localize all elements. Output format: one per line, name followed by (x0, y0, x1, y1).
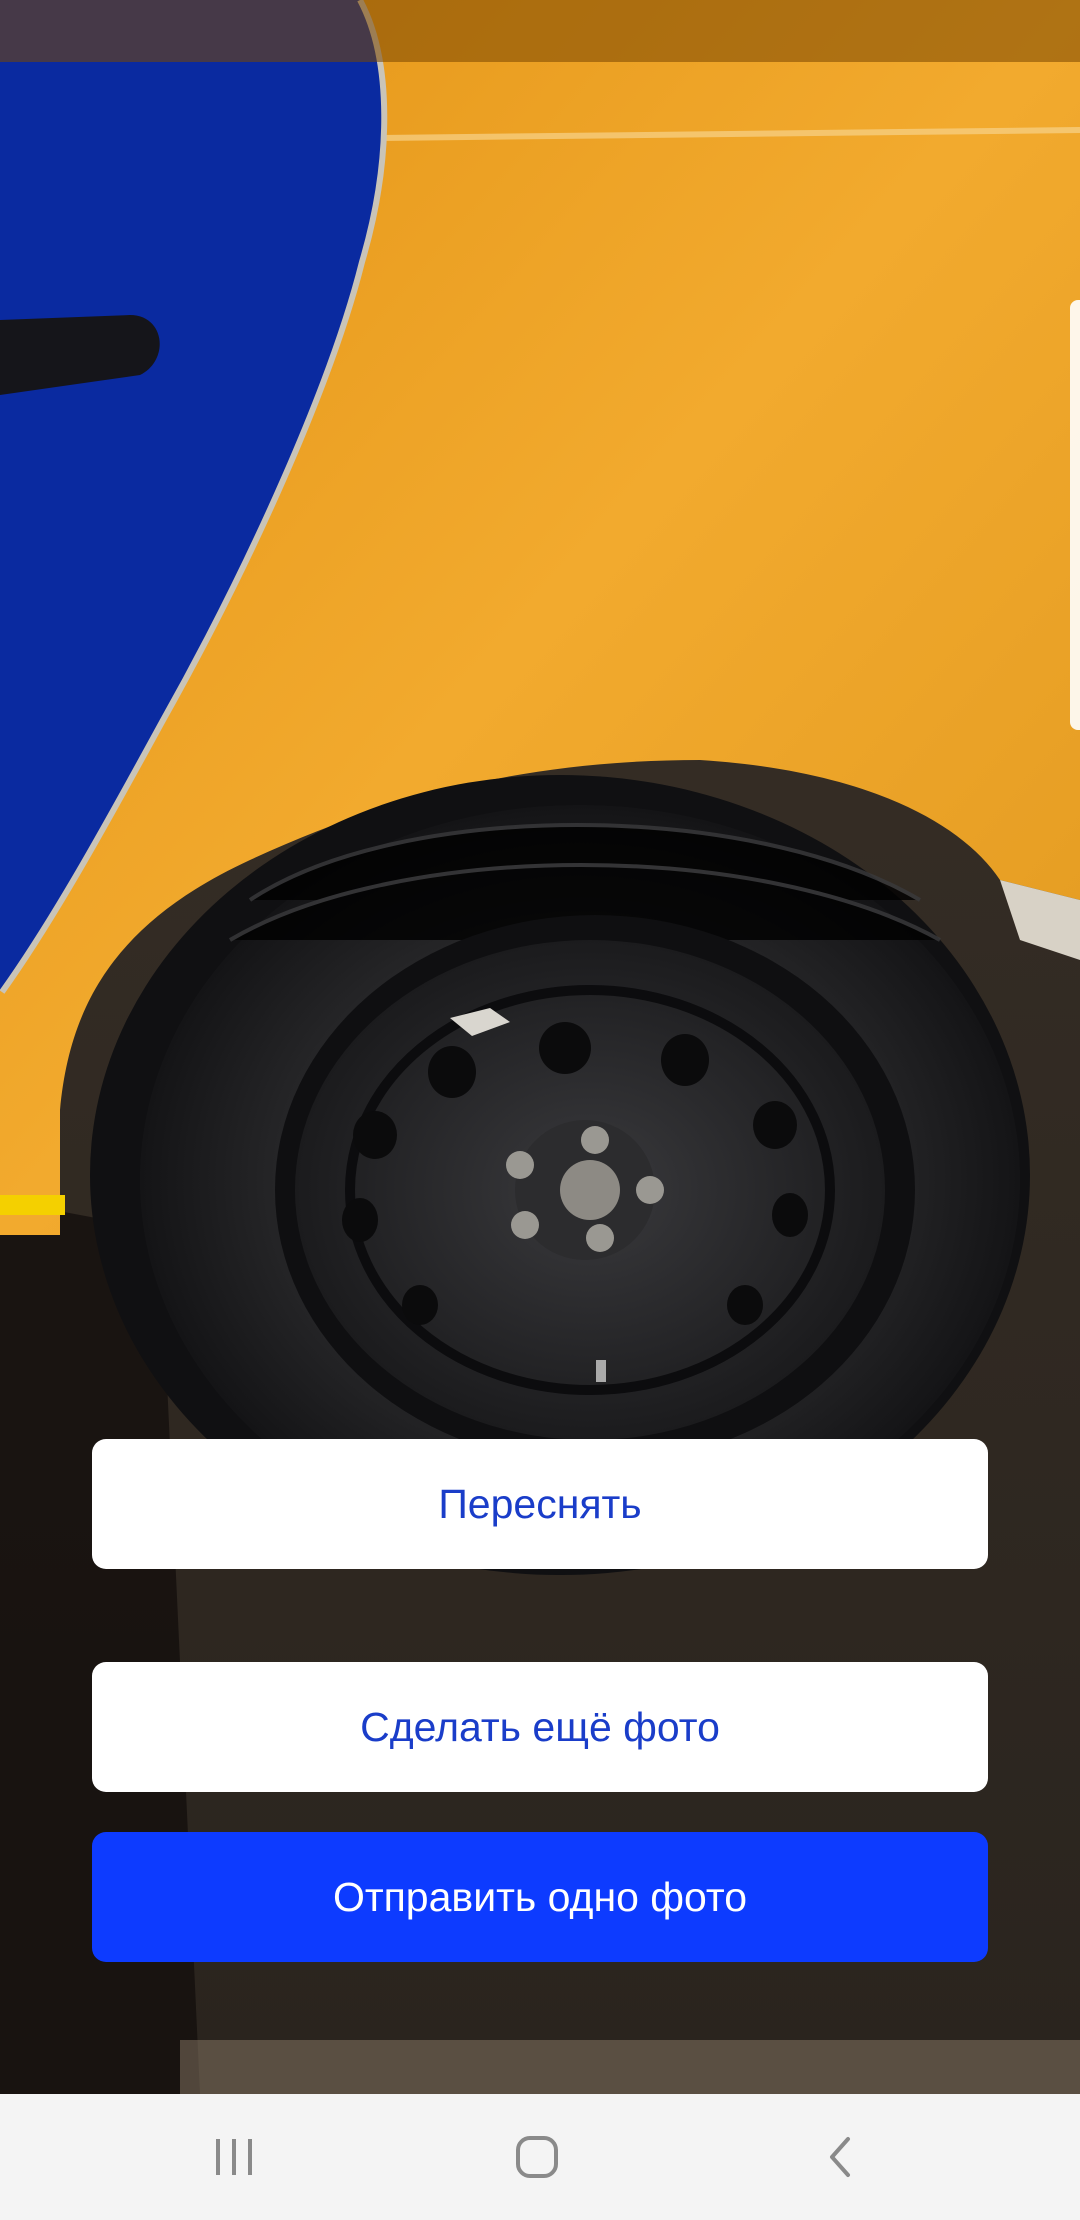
edge-panel-handle[interactable] (1070, 300, 1080, 730)
photo-review-screen: Переснять Сделать ещё фото Отправить одн… (0, 0, 1080, 2220)
recents-icon[interactable] (174, 2094, 294, 2220)
back-icon[interactable] (780, 2094, 900, 2220)
status-bar (0, 0, 1080, 62)
home-icon[interactable] (477, 2094, 597, 2220)
take-another-photo-button[interactable]: Сделать ещё фото (92, 1662, 988, 1792)
retake-button[interactable]: Переснять (92, 1439, 988, 1569)
send-one-photo-button[interactable]: Отправить одно фото (92, 1832, 988, 1962)
system-navigation-bar (0, 2094, 1080, 2220)
